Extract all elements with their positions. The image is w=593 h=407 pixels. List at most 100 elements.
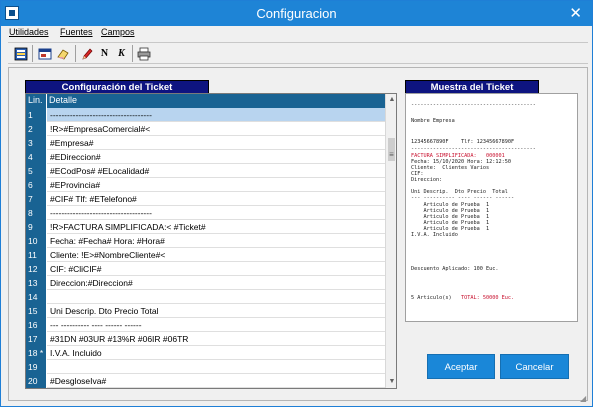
table-row[interactable]: 1 ------------------------------------ [26, 108, 385, 122]
cancel-button[interactable]: Cancelar [500, 354, 569, 379]
table-row[interactable]: 17 #31DN #03UR #13%R #06IR #06TR [26, 332, 385, 346]
window-icon[interactable] [37, 46, 52, 61]
row-detail-cell[interactable]: Fecha: #Fecha# Hora: #Hora# [47, 234, 385, 248]
row-detail-cell[interactable]: I.V.A. Incluido [47, 346, 385, 360]
row-detail-cell[interactable] [47, 388, 385, 389]
ticket-preview: ----------------------------------------… [405, 93, 578, 322]
config-window: Configuracion ✕ Utilidades Fuentes Campo… [0, 0, 593, 407]
row-number: 4 [26, 150, 46, 164]
row-detail-cell[interactable]: #31DN #03UR #13%R #06IR #06TR [47, 332, 385, 346]
bold-n-icon[interactable]: N [97, 46, 112, 61]
table-row[interactable]: 3 #Empresa# [26, 136, 385, 150]
preview-line: I.V.A. Incluido [411, 232, 458, 238]
row-detail-cell[interactable]: Cliente: !E>#NombreCliente#< [47, 248, 385, 262]
table-row[interactable]: 14 [26, 290, 385, 304]
table-row[interactable]: 6 #EProvincia# [26, 178, 385, 192]
pencil-icon[interactable] [79, 46, 94, 61]
accept-button[interactable]: Aceptar [427, 354, 495, 379]
resize-grip-icon[interactable]: ◢ [580, 394, 589, 403]
row-detail-cell[interactable]: #EDireccion# [47, 150, 385, 164]
row-detail-cell[interactable] [47, 290, 385, 304]
table-row[interactable]: 11 Cliente: !E>#NombreCliente#< [26, 248, 385, 262]
preview-total: TOTAL: 50000 Euc. [460, 295, 515, 301]
preview-line: ---------------------------------------- [411, 146, 536, 152]
table-row[interactable]: 2 !R>#EmpresaComercial#< [26, 122, 385, 136]
printer-icon[interactable] [136, 46, 151, 61]
row-detail-cell[interactable]: --- ---------- ---- ------ ------ [47, 318, 385, 332]
toolbar-separator [132, 45, 133, 62]
row-detail-cell[interactable]: Direccion:#Direccion# [47, 276, 385, 290]
scroll-up-icon[interactable]: ▲ [386, 94, 396, 106]
title-bar: Configuracion ✕ [1, 1, 592, 26]
table-row[interactable]: 8 ------------------------------------ [26, 206, 385, 220]
column-header-line[interactable]: Lin. [28, 95, 43, 105]
table-row[interactable]: 4 #EDireccion# [26, 150, 385, 164]
table-row[interactable]: 19 [26, 360, 385, 374]
row-detail-cell[interactable]: !R>#EmpresaComercial#< [47, 122, 385, 136]
row-detail-cell[interactable]: ------------------------------------ [47, 206, 385, 220]
table-row[interactable]: 18 * I.V.A. Incluido [26, 346, 385, 360]
row-detail-cell[interactable]: #Empresa# [47, 136, 385, 150]
table-row[interactable]: 10 Fecha: #Fecha# Hora: #Hora# [26, 234, 385, 248]
table-row[interactable]: 13 Direccion:#Direccion# [26, 276, 385, 290]
row-detail-cell[interactable]: CIF: #CliCIF# [47, 262, 385, 276]
table-row[interactable]: 7 #CIF# Tlf: #ETelefono# [26, 192, 385, 206]
menu-utilidades[interactable]: Utilidades [9, 27, 49, 37]
row-number: 15 [26, 304, 46, 318]
scroll-down-icon[interactable]: ▼ [386, 376, 396, 388]
row-number: 10 [26, 234, 46, 248]
row-detail-cell[interactable]: !R>FACTURA SIMPLIFICADA:< #Ticket# [47, 220, 385, 234]
toolbar-separator [75, 45, 76, 62]
row-detail-cell[interactable]: #EProvincia# [47, 178, 385, 192]
close-icon[interactable]: ✕ [569, 4, 582, 22]
scroll-grip-icon: ≡ [389, 150, 394, 159]
italic-k-icon[interactable]: K [114, 46, 129, 61]
row-number: 14 [26, 290, 46, 304]
table-row[interactable]: 20 #DesgloseIva# [26, 374, 385, 388]
row-number: 21 [26, 388, 46, 389]
preview-line: 5 Articulo(s) TOTAL: 50000 Euc. [411, 295, 514, 301]
row-detail-cell[interactable] [47, 360, 385, 374]
row-detail-cell[interactable]: ------------------------------------ [47, 108, 385, 122]
window-title: Configuracion [256, 6, 337, 21]
menu-campos[interactable]: Campos [101, 27, 135, 37]
eraser-icon[interactable] [55, 46, 70, 61]
row-detail-cell[interactable]: #DesgloseIva# [47, 374, 385, 388]
header-divider [46, 94, 47, 108]
preview-line: Descuento Aplicado: 100 Euc. [411, 266, 499, 272]
grid-header: Lin. Detalle [26, 94, 385, 108]
preview-title: Muestra del Ticket [405, 80, 539, 94]
preview-line: --- ---------- ---- ------ ------ [411, 195, 515, 201]
column-header-detail[interactable]: Detalle [49, 95, 77, 105]
row-number: 1 [26, 108, 46, 122]
menu-fuentes[interactable]: Fuentes [60, 27, 93, 37]
preview-line: ---------------------------------------- [411, 102, 536, 108]
row-number: 3 [26, 136, 46, 150]
table-icon[interactable] [13, 46, 28, 61]
row-number: 2 [26, 122, 46, 136]
row-detail-cell[interactable]: #CIF# Tlf: #ETelefono# [47, 192, 385, 206]
menu-bar: Utilidades Fuentes Campos [1, 26, 592, 41]
preview-article-count: 5 Articulo(s) [411, 295, 461, 301]
row-number: 13 [26, 276, 46, 290]
toolbar-separator [32, 45, 33, 62]
row-number: 20 [26, 374, 46, 388]
row-number: 8 [26, 206, 46, 220]
table-row[interactable]: 9 !R>FACTURA SIMPLIFICADA:< #Ticket# [26, 220, 385, 234]
row-number: 9 [26, 220, 46, 234]
vertical-scrollbar[interactable]: ▲ ≡ ▼ [385, 94, 396, 388]
table-row[interactable]: 5 #ECodPos# #ELocalidad# [26, 164, 385, 178]
row-number: 6 [26, 178, 46, 192]
config-grid: Lin. Detalle 1 --------------------------… [25, 93, 397, 389]
row-number: 18 * [26, 346, 46, 360]
row-detail-cell[interactable]: #ECodPos# #ELocalidad# [47, 164, 385, 178]
preview-line: Nombre Empresa [411, 118, 455, 124]
grid-rows: 1 ------------------------------------ 2 !R… [26, 108, 385, 389]
row-detail-cell[interactable]: Uni Descrip. Dto Precio Total [47, 304, 385, 318]
table-row[interactable]: 15 Uni Descrip. Dto Precio Total [26, 304, 385, 318]
table-row[interactable]: 12 CIF: #CliCIF# [26, 262, 385, 276]
row-number: 11 [26, 248, 46, 262]
table-row[interactable]: 16 --- ---------- ---- ------ ------ [26, 318, 385, 332]
table-row[interactable]: 21 [26, 388, 385, 389]
toolbar: N K [8, 42, 588, 64]
